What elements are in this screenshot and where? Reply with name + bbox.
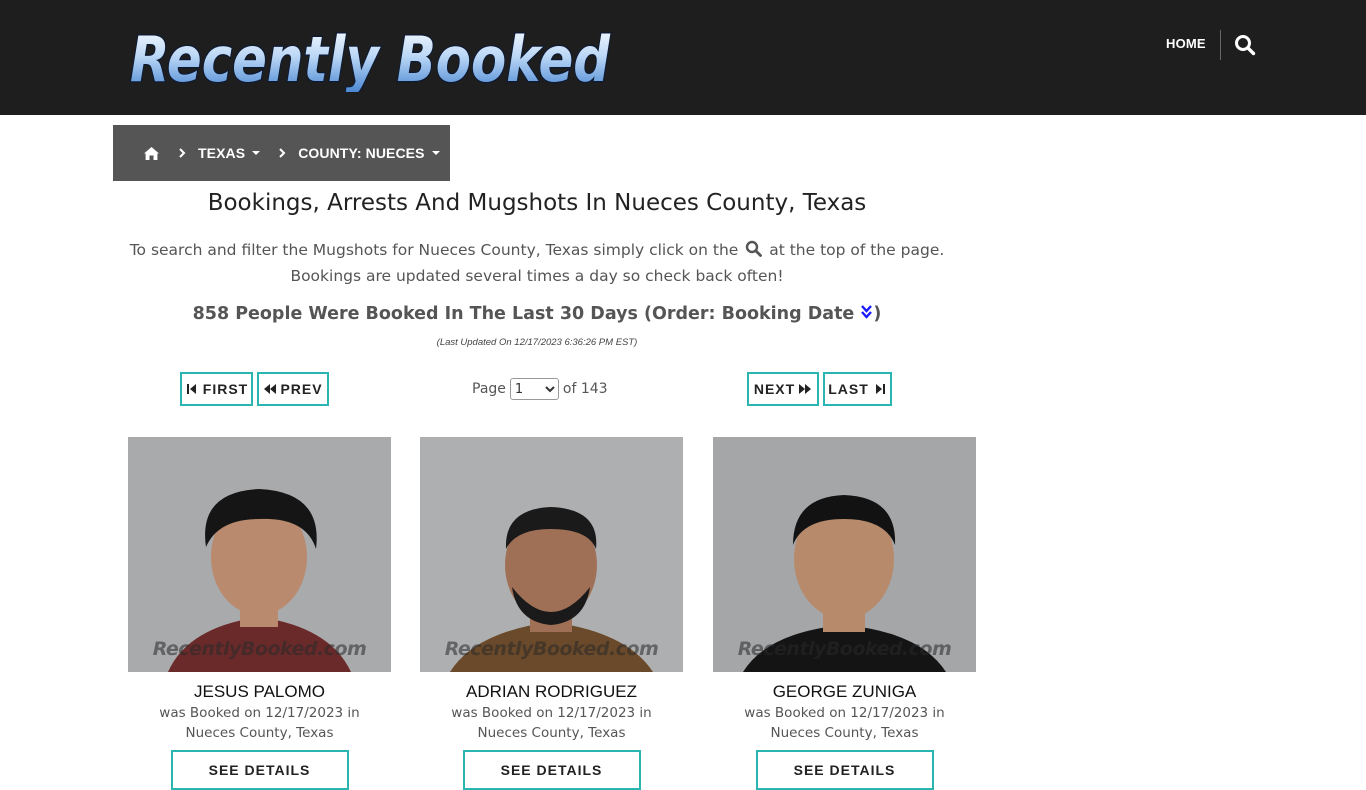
home-icon[interactable] (143, 146, 160, 161)
page-title: Bookings, Arrests And Mugshots In Nueces… (207, 190, 867, 216)
intro-text: To search and filter the Mugshots for Nu… (113, 237, 961, 289)
mugshot-image[interactable]: RecentlyBooked.com (713, 437, 976, 672)
booking-count-text: 858 People Were Booked In The Last 30 Da… (192, 304, 855, 324)
skip-first-icon (186, 384, 196, 394)
skip-last-icon (875, 384, 885, 394)
site-logo[interactable]: Recently Booked (126, 18, 616, 92)
first-page-button[interactable]: FIRST (180, 372, 253, 406)
mugshot-figure (713, 437, 976, 672)
chevron-right-icon (179, 148, 186, 158)
last-updated: (Last Updated On 12/17/2023 6:36:26 PM E… (436, 337, 638, 348)
rewind-icon (264, 384, 277, 394)
booking-card: RecentlyBooked.com ADRIAN RODRIGUEZ was … (420, 437, 683, 790)
breadcrumb-county-dropdown[interactable]: COUNTY: NUECES (298, 145, 440, 161)
booking-name[interactable]: GEORGE ZUNIGA (713, 682, 976, 702)
booking-count-close: ) (873, 304, 882, 324)
mugshot-figure (420, 437, 683, 672)
prev-page-button[interactable]: PREV (257, 372, 329, 406)
caret-down-icon (431, 151, 440, 155)
first-page-label: FIRST (202, 381, 249, 397)
booking-name[interactable]: JESUS PALOMO (128, 682, 391, 702)
nav-home-link[interactable]: HOME (1166, 36, 1206, 51)
booking-count: 858 People Were Booked In The Last 30 Da… (113, 304, 961, 324)
page-total: of 143 (562, 381, 608, 397)
see-details-button[interactable]: SEE DETAILS (170, 750, 349, 790)
breadcrumb-state-dropdown[interactable]: TEXAS (198, 145, 261, 161)
sort-order-icon[interactable] (860, 304, 873, 320)
breadcrumb: TEXAS COUNTY: NUECES (113, 125, 450, 181)
booking-info: was Booked on 12/17/2023 in Nueces Count… (744, 705, 945, 741)
see-details-button[interactable]: SEE DETAILS (755, 750, 934, 790)
breadcrumb-state-label: TEXAS (198, 145, 246, 161)
prev-page-label: PREV (280, 381, 323, 397)
nav-divider (1220, 30, 1221, 60)
caret-down-icon (252, 151, 261, 155)
watermark: RecentlyBooked.com (444, 638, 659, 660)
page-label: Page (472, 381, 506, 397)
watermark: RecentlyBooked.com (737, 638, 952, 660)
next-page-button[interactable]: NEXT (747, 372, 819, 406)
search-icon[interactable] (1234, 34, 1256, 56)
watermark: RecentlyBooked.com (152, 638, 367, 660)
page-select[interactable]: 1 (509, 378, 559, 400)
booking-name[interactable]: ADRIAN RODRIGUEZ (420, 682, 683, 702)
mugshot-image[interactable]: RecentlyBooked.com (128, 437, 391, 672)
chevron-right-icon (279, 148, 286, 158)
booking-card: RecentlyBooked.com GEORGE ZUNIGA was Boo… (713, 437, 976, 790)
intro-text-before: To search and filter the Mugshots for Nu… (129, 241, 739, 259)
page-selector: Page 1 of 143 (472, 378, 608, 400)
svg-text:Recently Booked: Recently Booked (130, 23, 611, 92)
next-page-label: NEXT (753, 381, 796, 397)
breadcrumb-county-label: COUNTY: NUECES (298, 145, 425, 161)
booking-info: was Booked on 12/17/2023 in Nueces Count… (159, 705, 360, 741)
booking-card: RecentlyBooked.com JESUS PALOMO was Book… (128, 437, 391, 790)
booking-info: was Booked on 12/17/2023 in Nueces Count… (451, 705, 652, 741)
mugshot-figure (128, 437, 391, 672)
last-page-label: LAST (828, 381, 869, 397)
last-page-button[interactable]: LAST (823, 372, 892, 406)
fast-forward-icon (799, 384, 812, 394)
see-details-button[interactable]: SEE DETAILS (462, 750, 641, 790)
mugshot-image[interactable]: RecentlyBooked.com (420, 437, 683, 672)
search-icon (746, 240, 763, 257)
site-header: Recently Booked HOME (0, 0, 1366, 115)
